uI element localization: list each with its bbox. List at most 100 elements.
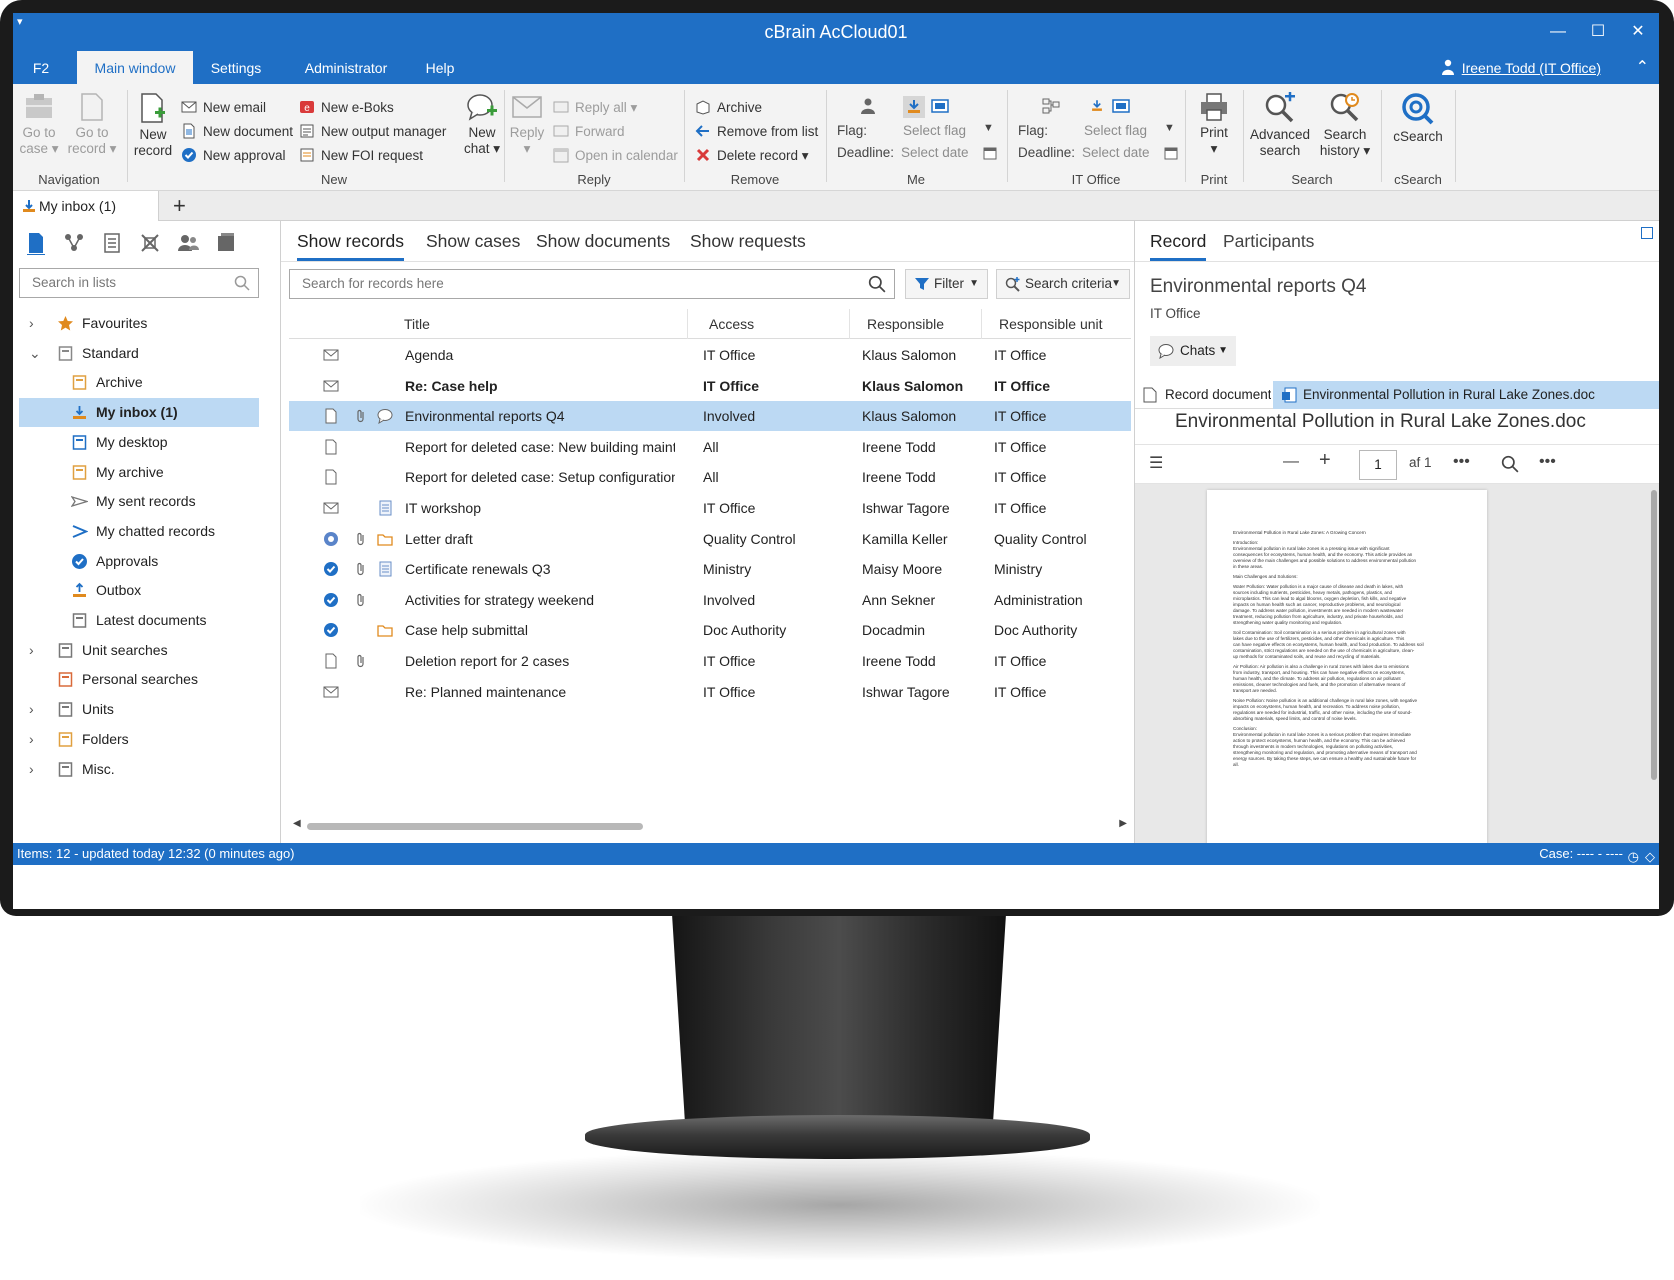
new-approval-button[interactable]: New approval	[181, 146, 286, 166]
zoom-out-icon[interactable]: —	[1283, 453, 1299, 471]
ribbon-collapse-icon[interactable]: ⌃	[1636, 57, 1649, 77]
current-user-link[interactable]: Ireene Todd (IT Office)	[1462, 60, 1601, 76]
tree-item[interactable]: › Unit searches	[19, 636, 259, 665]
tree-item[interactable]: Archive	[19, 368, 259, 397]
column-divider[interactable]	[849, 309, 850, 339]
tab-f2[interactable]: F2	[21, 51, 61, 84]
tab-participants[interactable]: Participants	[1223, 231, 1314, 258]
minimize-icon[interactable]: —	[1543, 19, 1573, 45]
table-row[interactable]: Report for deleted case: New building ma…	[289, 432, 1131, 462]
scroll-right-icon[interactable]: ▶	[1119, 818, 1127, 829]
records-list-icon[interactable]	[25, 231, 47, 255]
chevron-down-icon[interactable]: ⌄	[29, 339, 41, 368]
new-foi-request-button[interactable]: New FOI request	[299, 146, 423, 166]
tree-item[interactable]: My inbox (1)	[19, 398, 259, 428]
new-document-button[interactable]: New document	[181, 122, 293, 142]
list-search-input[interactable]: Search in lists	[19, 268, 259, 298]
column-header-responsible[interactable]: Responsible	[867, 309, 944, 339]
table-row[interactable]: Re: Case help IT Office Klaus Salomon IT Of…	[289, 371, 1131, 401]
remove-from-list-button[interactable]: Remove from list	[695, 122, 818, 142]
tab-administrator[interactable]: Administrator	[291, 51, 401, 84]
chevron-right-icon[interactable]: ›	[29, 755, 34, 784]
tab-record[interactable]: Record	[1150, 231, 1207, 261]
pop-out-icon[interactable]	[1641, 227, 1653, 239]
tab-main-window[interactable]: Main window	[77, 51, 193, 84]
tree-item[interactable]: My desktop	[19, 428, 259, 457]
scroll-left-icon[interactable]: ◀	[293, 818, 301, 829]
me-flag-toggle[interactable]	[903, 96, 925, 118]
tab-attached-document[interactable]: Environmental Pollution in Rural Lake Zo…	[1273, 381, 1659, 409]
chevron-right-icon[interactable]: ›	[29, 636, 34, 665]
me-flag-dropdown-icon[interactable]: ▼	[983, 122, 994, 134]
advanced-search-button[interactable]: Advanced search	[1248, 92, 1312, 159]
tag-icon[interactable]: ◇	[1645, 846, 1655, 868]
tab-show-cases[interactable]: Show cases	[426, 231, 520, 258]
tree-item[interactable]: Outbox	[19, 576, 259, 605]
timer-icon[interactable]: ◷	[1628, 846, 1639, 868]
horizontal-scrollbar[interactable]: ◀ ▶	[293, 818, 1127, 831]
tab-help[interactable]: Help	[415, 51, 465, 84]
new-chat-button[interactable]: New chat ▾	[461, 92, 503, 157]
chevron-right-icon[interactable]: ›	[29, 695, 34, 724]
calendar-icon[interactable]	[983, 146, 997, 160]
tab-settings[interactable]: Settings	[201, 51, 271, 84]
search-icon[interactable]	[868, 275, 886, 293]
table-row[interactable]: Report for deleted case: Setup configura…	[289, 462, 1131, 492]
table-row[interactable]: Activities for strategy weekend Involved A…	[289, 585, 1131, 615]
chevron-right-icon[interactable]: ›	[29, 309, 34, 338]
folders-list-icon[interactable]	[215, 231, 237, 255]
column-header-responsible-unit[interactable]: Responsible unit	[999, 309, 1103, 339]
unit-desktop-flag-icon[interactable]	[1112, 99, 1130, 115]
filter-button[interactable]: Filter ▼	[905, 269, 988, 299]
tree-item[interactable]: My archive	[19, 458, 259, 487]
records-search-input[interactable]: Search for records here	[289, 269, 895, 299]
tree-item[interactable]: Personal searches	[19, 665, 259, 694]
search-icon[interactable]	[1501, 455, 1519, 473]
close-icon[interactable]: ✕	[1623, 19, 1653, 45]
unit-select-flag[interactable]: Select flag	[1084, 123, 1147, 138]
more-options-icon[interactable]: •••	[1453, 453, 1470, 471]
documents-list-icon[interactable]	[101, 231, 123, 255]
tree-item[interactable]: Approvals	[19, 547, 259, 576]
desktop-flag-icon[interactable]	[931, 99, 949, 115]
new-output-manager-button[interactable]: New output manager	[299, 122, 446, 142]
new-record-button[interactable]: New record	[131, 92, 175, 159]
print-button[interactable]: Print ▾	[1192, 92, 1236, 157]
unit-flag-dropdown-icon[interactable]: ▼	[1164, 122, 1175, 134]
table-row[interactable]: Re: Planned maintenance IT Office Ishwar T…	[289, 677, 1131, 707]
chevron-right-icon[interactable]: ›	[29, 725, 34, 754]
tree-item[interactable]: ⌄ Standard	[19, 339, 259, 368]
go-to-case-button[interactable]: Go to case ▾	[17, 92, 61, 157]
tab-show-documents[interactable]: Show documents	[536, 231, 670, 258]
tree-item[interactable]: › Folders	[19, 725, 259, 754]
delete-record-button[interactable]: Delete record ▾	[695, 146, 809, 166]
scrollbar-thumb[interactable]	[307, 823, 643, 830]
outline-icon[interactable]: ☰	[1149, 453, 1163, 473]
go-to-record-button[interactable]: Go to record ▾	[65, 92, 119, 157]
cases-list-icon[interactable]	[63, 231, 85, 255]
column-header-title[interactable]: Title	[404, 309, 430, 339]
reply-all-button[interactable]: Reply all ▾	[553, 98, 637, 118]
column-divider[interactable]	[981, 309, 982, 339]
table-row[interactable]: Deletion report for 2 cases IT Office Iree…	[289, 646, 1131, 676]
unit-select-date[interactable]: Select date	[1082, 145, 1150, 160]
search-icon[interactable]	[234, 275, 250, 291]
new-eboks-button[interactable]: e New e-Boks	[299, 98, 394, 118]
search-criteria-button[interactable]: Search criteria ▼	[996, 269, 1130, 299]
vertical-scrollbar[interactable]	[1651, 490, 1657, 780]
tab-show-requests[interactable]: Show requests	[690, 231, 806, 258]
new-email-button[interactable]: New email	[181, 98, 266, 118]
open-in-calendar-button[interactable]: Open in calendar	[553, 146, 678, 166]
contacts-list-icon[interactable]	[177, 231, 199, 255]
tree-item[interactable]: My chatted records	[19, 517, 259, 546]
table-row[interactable]: Letter draft Quality Control Kamilla Kelle…	[289, 524, 1131, 554]
table-row[interactable]: Agenda IT Office Klaus Salomon IT Office	[289, 340, 1131, 370]
calendar-icon[interactable]	[1164, 146, 1178, 160]
tree-item[interactable]: My sent records	[19, 487, 259, 516]
table-row[interactable]: Environmental reports Q4 Involved Klaus Sa…	[289, 401, 1131, 432]
chats-button[interactable]: Chats ▼	[1150, 336, 1236, 366]
me-select-flag[interactable]: Select flag	[903, 123, 966, 138]
tab-record-document[interactable]: Record document	[1135, 381, 1271, 409]
maximize-icon[interactable]: ☐	[1583, 19, 1613, 45]
overflow-menu-icon[interactable]: •••	[1539, 453, 1556, 471]
